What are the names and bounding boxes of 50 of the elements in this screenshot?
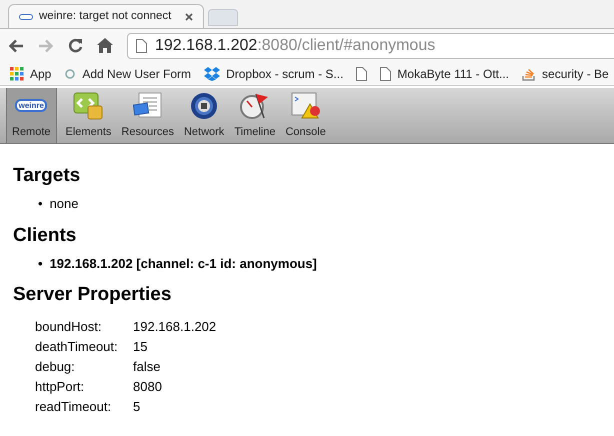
back-icon[interactable] <box>8 38 24 52</box>
url-text: 192.168.1.202:8080/client/#anonymous <box>155 36 436 56</box>
toolbar-tab[interactable]: Elements <box>60 88 116 143</box>
link-icon <box>64 68 76 80</box>
close-icon[interactable] <box>185 12 193 20</box>
property-name: boundHost: <box>35 318 102 336</box>
toolbar-tab[interactable]: Timeline <box>229 88 280 143</box>
toolbar-tab[interactable]: Network <box>178 88 230 143</box>
property-value: 192.168.1.202 <box>133 318 216 336</box>
tab-favicon-icon <box>19 14 33 20</box>
property-name: readTimeout: <box>35 398 112 416</box>
client-item: 192.168.1.202 [channel: c-1 id: anonymous] <box>50 254 317 273</box>
section-heading: Server Properties <box>13 283 172 307</box>
home-icon[interactable] <box>97 38 113 53</box>
browser-tab[interactable]: weinre: target not connect <box>8 4 204 28</box>
section-heading: Clients <box>13 224 78 248</box>
reload-icon[interactable] <box>68 38 83 53</box>
property-name: debug: <box>35 358 76 376</box>
toolbar-tab[interactable]: weinre Remote <box>6 88 57 143</box>
brackets-icon <box>73 92 104 120</box>
page-icon <box>356 66 368 80</box>
stopwatch-flag-icon <box>240 92 270 120</box>
bookmark-link[interactable]: App <box>30 64 52 82</box>
property-value: 8080 <box>133 378 163 396</box>
bookmark-link[interactable]: Dropbox - scrum - S... <box>226 64 344 82</box>
section-heading: Targets <box>13 164 82 188</box>
page-icon <box>380 66 392 80</box>
documents-icon <box>132 92 163 120</box>
logo-icon: weinre <box>15 99 48 112</box>
property-value: false <box>133 358 162 376</box>
property-value: 15 <box>133 338 148 356</box>
address-bar[interactable]: 192.168.1.202:8080/client/#anonymous <box>127 32 614 58</box>
bookmark-link[interactable]: MokaByte 111 - Ott... <box>397 64 510 82</box>
target-item: none <box>50 195 78 213</box>
toolbar-tab[interactable]: Console <box>280 88 331 143</box>
toolbar-tab[interactable]: Resources <box>116 88 179 143</box>
bullet: • <box>38 195 43 213</box>
stack-icon <box>522 66 536 80</box>
bookmark-link[interactable]: Add New User Form <box>82 64 192 82</box>
globe-icon <box>190 92 218 120</box>
box-icon <box>204 66 220 80</box>
console-warning-icon <box>290 92 321 120</box>
bullet: • <box>38 254 43 272</box>
tab-title: weinre: target not connect <box>39 8 172 24</box>
bookmark-link[interactable]: security - Be <box>542 64 609 82</box>
property-name: deathTimeout: <box>35 338 119 356</box>
property-value: 5 <box>133 398 142 416</box>
page-icon <box>136 38 147 52</box>
property-name: httpPort: <box>35 378 86 396</box>
apps-grid-icon <box>10 66 24 80</box>
